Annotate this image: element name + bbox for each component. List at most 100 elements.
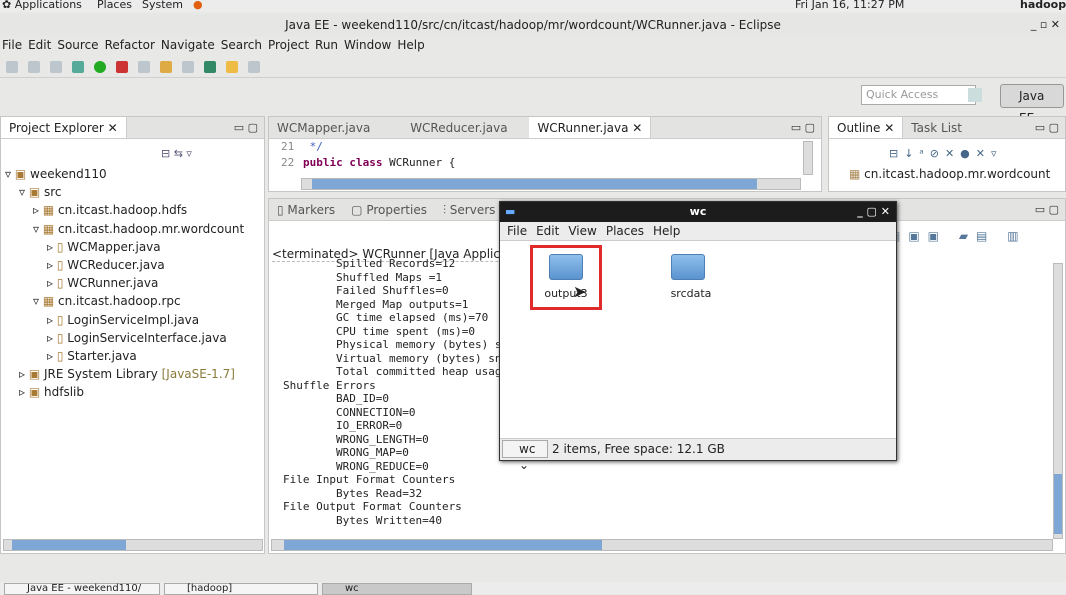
collapse-arrow-icon[interactable]: ▿ bbox=[19, 185, 29, 199]
menu-edit[interactable]: Edit bbox=[28, 38, 51, 52]
tree-node-icon: ▯ bbox=[56, 276, 68, 291]
collapse-arrow-icon[interactable]: ▿ bbox=[5, 167, 15, 181]
editor-vscroll[interactable] bbox=[803, 141, 813, 175]
tab-wcreducer[interactable]: WCReducer.java bbox=[402, 117, 515, 138]
minimize-maximize[interactable]: ▭ ▢ bbox=[234, 117, 258, 138]
tab-outline[interactable]: Outline ✕ bbox=[829, 117, 904, 138]
menu-navigate[interactable]: Navigate bbox=[161, 38, 215, 52]
menu-run[interactable]: Run bbox=[315, 38, 338, 52]
run-icon[interactable] bbox=[94, 61, 106, 73]
firefox-icon[interactable]: ● bbox=[193, 0, 203, 10]
task-hadoop[interactable]: [hadoop] bbox=[164, 583, 318, 595]
tree-item[interactable]: ▿ ▣ src bbox=[19, 185, 62, 199]
expand-arrow-icon[interactable]: ▹ bbox=[47, 258, 57, 272]
external-tools-icon[interactable] bbox=[116, 61, 128, 73]
debug-icon[interactable] bbox=[72, 61, 84, 73]
location-dropdown[interactable]: wc ⌄ bbox=[502, 440, 548, 472]
console-line: Spilled Records=12 bbox=[283, 257, 456, 270]
tree-item[interactable]: ▹ ▯ LoginServiceInterface.java bbox=[47, 331, 227, 345]
tree-item[interactable]: ▿ ▦ cn.itcast.hadoop.rpc bbox=[33, 294, 181, 308]
fm-menu-view[interactable]: View bbox=[568, 224, 596, 238]
folder-item-srcdata[interactable]: srcdata bbox=[655, 248, 727, 308]
print-icon[interactable] bbox=[50, 61, 62, 73]
console-hscroll[interactable] bbox=[271, 539, 1053, 551]
tree-item-suffix: [JavaSE-1.7] bbox=[161, 367, 235, 382]
tree-item[interactable]: ▿ ▦ cn.itcast.hadoop.mr.wordcount bbox=[33, 222, 244, 236]
menu-refactor[interactable]: Refactor bbox=[105, 38, 155, 52]
horizontal-scrollbar[interactable] bbox=[3, 539, 263, 551]
clock[interactable]: Fri Jan 16, 11:27 PM bbox=[795, 0, 904, 10]
tab-servers[interactable]: ⫶ Servers bbox=[435, 199, 503, 220]
fm-menu-help[interactable]: Help bbox=[653, 224, 680, 238]
folder-item-output3[interactable]: output3 bbox=[530, 245, 602, 310]
tab-wcmapper[interactable]: WCMapper.java bbox=[269, 117, 378, 138]
menu-window[interactable]: Window bbox=[344, 38, 391, 52]
minimize-maximize[interactable]: ▭ ▢ bbox=[1035, 117, 1059, 138]
tree-item[interactable]: ▹ ▯ WCReducer.java bbox=[47, 258, 165, 272]
menu-file[interactable]: File bbox=[2, 38, 22, 52]
tree-item[interactable]: ▹ ▯ WCMapper.java bbox=[47, 240, 161, 254]
expand-arrow-icon[interactable]: ▹ bbox=[19, 385, 29, 399]
tab-wcrunner[interactable]: WCRunner.java ✕ bbox=[529, 117, 652, 138]
console-vscroll[interactable] bbox=[1053, 263, 1063, 539]
quick-access-input[interactable]: Quick Access bbox=[861, 85, 976, 105]
tree-item-label: src bbox=[44, 185, 62, 200]
tree-item[interactable]: ▹ ▦ cn.itcast.hadoop.hdfs bbox=[33, 203, 187, 217]
tree-item[interactable]: ▹ ▣ JRE System Library [JavaSE-1.7] bbox=[19, 367, 235, 381]
open-type-icon[interactable] bbox=[160, 61, 172, 73]
perspective-java-ee[interactable]: Java EE bbox=[1000, 84, 1064, 125]
system-menu[interactable]: System bbox=[142, 0, 183, 10]
tree-item[interactable]: ▿ ▣ weekend110 bbox=[5, 167, 107, 181]
expand-arrow-icon[interactable]: ▹ bbox=[47, 349, 57, 363]
new-icon[interactable] bbox=[6, 61, 18, 73]
tree-item[interactable]: ▹ ▯ LoginServiceImpl.java bbox=[47, 313, 199, 327]
expand-arrow-icon[interactable]: ▹ bbox=[33, 203, 43, 217]
expand-arrow-icon[interactable]: ▹ bbox=[47, 240, 57, 254]
fm-menu-places[interactable]: Places bbox=[606, 224, 644, 238]
back-icon[interactable] bbox=[226, 61, 238, 73]
tab-properties[interactable]: ▢ Properties bbox=[343, 199, 435, 220]
expand-arrow-icon[interactable]: ▹ bbox=[47, 331, 57, 345]
fm-menu-edit[interactable]: Edit bbox=[536, 224, 559, 238]
places-menu[interactable]: Places bbox=[97, 0, 132, 10]
task-wc[interactable]: wc bbox=[322, 583, 472, 595]
search-icon[interactable] bbox=[182, 61, 194, 73]
console-line: File Output Format Counters bbox=[283, 500, 462, 513]
tab-project-explorer[interactable]: Project Explorer ✕ bbox=[1, 117, 127, 138]
menu-project[interactable]: Project bbox=[268, 38, 309, 52]
expand-arrow-icon[interactable]: ▹ bbox=[47, 276, 57, 290]
collapse-all-icon[interactable]: ⊟ ⇆ ▿ bbox=[161, 147, 192, 160]
save-icon[interactable] bbox=[28, 61, 40, 73]
fm-menu-file[interactable]: File bbox=[507, 224, 527, 238]
minimize-maximize[interactable]: ▭ ▢ bbox=[1035, 199, 1059, 220]
menu-source[interactable]: Source bbox=[57, 38, 98, 52]
forward-icon[interactable] bbox=[248, 61, 260, 73]
globe-icon[interactable] bbox=[204, 61, 216, 73]
menu-search[interactable]: Search bbox=[221, 38, 262, 52]
menu-help[interactable]: Help bbox=[397, 38, 424, 52]
console-toolbar-icons[interactable]: ▣▣▣ ▰▤ ▥ bbox=[889, 229, 1027, 243]
open-perspective-icon[interactable] bbox=[968, 88, 982, 102]
expand-arrow-icon[interactable]: ▹ bbox=[19, 367, 29, 381]
tab-task-list[interactable]: Task List bbox=[903, 117, 970, 138]
file-manager-titlebar[interactable]: ▬ wc _ ▢ ✕ bbox=[500, 202, 896, 222]
tree-node-icon: ▦ bbox=[42, 203, 58, 218]
window-controls[interactable]: _ ▢ ✕ bbox=[857, 202, 890, 222]
user-menu[interactable]: hadoop bbox=[1020, 0, 1066, 10]
applications-menu[interactable]: ✿ Applications bbox=[2, 0, 82, 10]
new-server-icon[interactable] bbox=[138, 61, 150, 73]
outline-toolbar-icons[interactable]: ⊟↓ᵃ⊘✕●✕▿ bbox=[889, 147, 1003, 160]
editor-hscroll[interactable] bbox=[301, 178, 801, 190]
tab-markers[interactable]: ▯ Markers bbox=[269, 199, 343, 220]
window-controls[interactable]: _ ▫ ✕ bbox=[1031, 14, 1060, 36]
collapse-arrow-icon[interactable]: ▿ bbox=[33, 294, 43, 308]
tree-item[interactable]: ▹ ▯ Starter.java bbox=[47, 349, 137, 363]
outline-item[interactable]: ▦ cn.itcast.hadoop.mr.wordcount bbox=[849, 167, 1050, 181]
taskbar: Java EE - weekend110/ [hadoop] wc bbox=[0, 582, 1066, 595]
collapse-arrow-icon[interactable]: ▿ bbox=[33, 222, 43, 236]
tree-item[interactable]: ▹ ▣ hdfslib bbox=[19, 385, 84, 399]
minimize-maximize[interactable]: ▭ ▢ bbox=[791, 117, 815, 138]
task-eclipse[interactable]: Java EE - weekend110/ bbox=[4, 583, 160, 595]
expand-arrow-icon[interactable]: ▹ bbox=[47, 313, 57, 327]
tree-item[interactable]: ▹ ▯ WCRunner.java bbox=[47, 276, 158, 290]
